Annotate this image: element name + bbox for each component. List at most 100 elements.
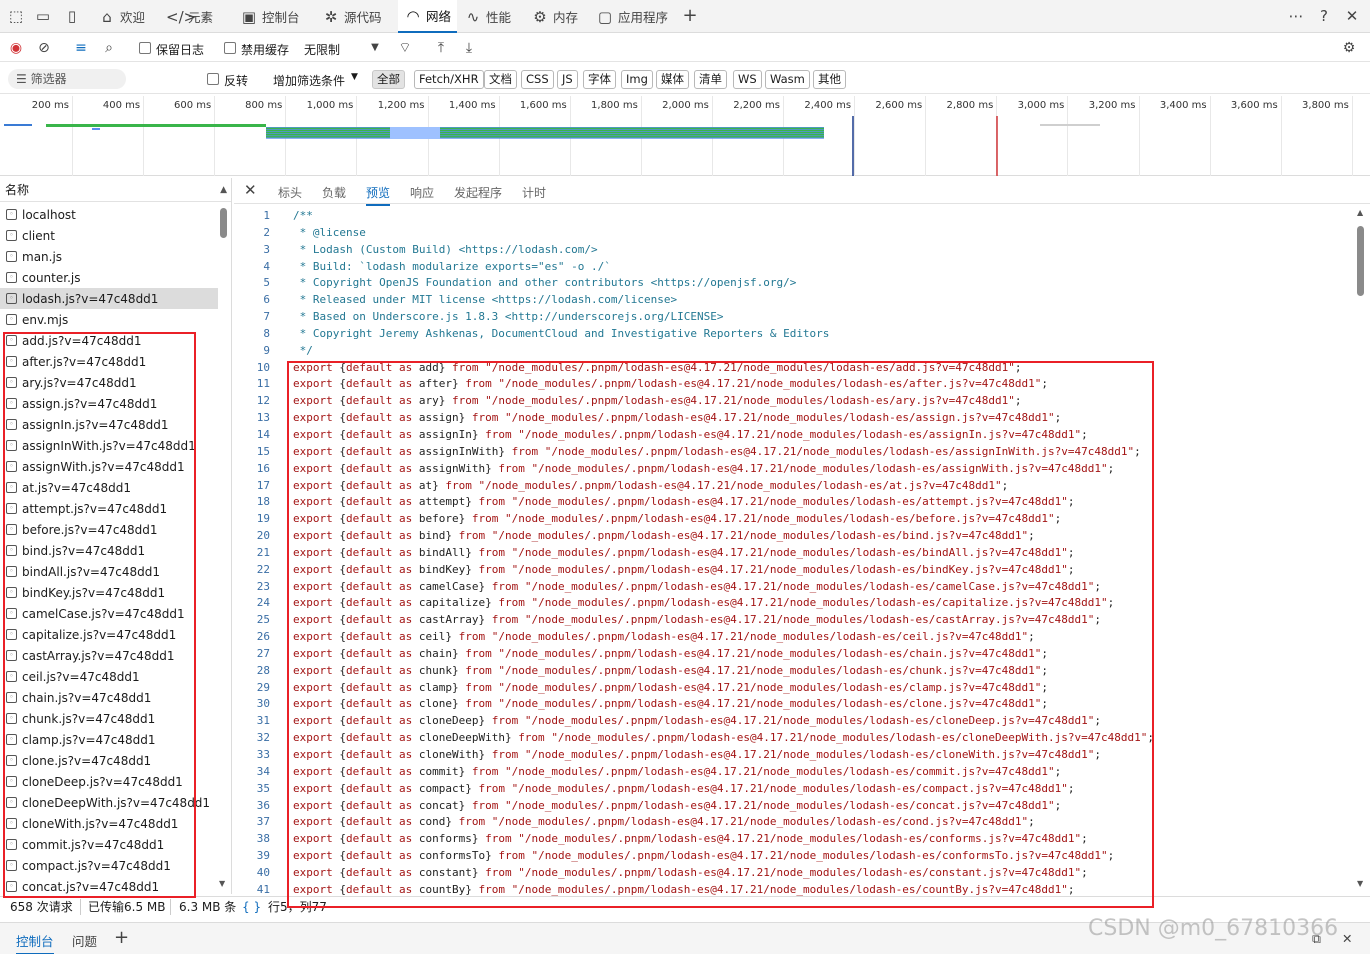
filter-type-pill[interactable]: Fetch/XHR: [414, 70, 484, 89]
more-filters-dropdown[interactable]: 增加筛选条件: [273, 72, 345, 89]
request-row[interactable]: ◦ attempt.js?v=47c48dd1: [0, 498, 218, 519]
sort-up-icon[interactable]: ▲: [220, 178, 227, 202]
device-emulation-icon[interactable]: ▭: [33, 6, 53, 26]
request-row[interactable]: ◦ at.js?v=47c48dd1: [0, 477, 218, 498]
drawer-tab-console[interactable]: 控制台: [16, 931, 54, 954]
scroll-down-icon[interactable]: ▼: [219, 879, 225, 888]
filter-type-pill[interactable]: Img: [621, 70, 653, 89]
filter-type-pill[interactable]: WS: [733, 70, 762, 89]
more-filters-chevron-icon[interactable]: ▼: [351, 72, 358, 82]
column-header-name[interactable]: 名称 ▲: [0, 178, 231, 202]
request-row[interactable]: ◦ clone.js?v=47c48dd1: [0, 750, 218, 771]
drawer-add-icon[interactable]: +: [114, 927, 129, 948]
detail-tab[interactable]: 发起程序: [454, 184, 502, 201]
tab-7[interactable]: ▢ 应用程序: [596, 0, 668, 33]
request-row[interactable]: ◦ capitalize.js?v=47c48dd1: [0, 624, 218, 645]
tab-5[interactable]: ∿ 性能: [464, 0, 511, 33]
request-list-scroll-thumb[interactable]: [220, 208, 227, 238]
request-row[interactable]: ◦ bind.js?v=47c48dd1: [0, 540, 218, 561]
request-row[interactable]: ◦ localhost: [0, 204, 218, 225]
request-row[interactable]: ◦ assignWith.js?v=47c48dd1: [0, 456, 218, 477]
tab-0[interactable]: ⌂ 欢迎: [98, 0, 145, 33]
request-row[interactable]: ◦ ceil.js?v=47c48dd1: [0, 666, 218, 687]
code-scroll-down-icon[interactable]: ▼: [1357, 879, 1363, 888]
filter-input[interactable]: ☰ 筛选器: [8, 69, 126, 89]
clear-icon[interactable]: ⊘: [35, 39, 53, 57]
add-tab-icon[interactable]: +: [680, 6, 700, 26]
code-scroll-up-icon[interactable]: ▲: [1357, 208, 1363, 217]
request-row[interactable]: ◦ chain.js?v=47c48dd1: [0, 687, 218, 708]
request-row[interactable]: ◦ concat.js?v=47c48dd1: [0, 876, 218, 897]
request-row[interactable]: ◦ castArray.js?v=47c48dd1: [0, 645, 218, 666]
request-row[interactable]: ◦ cloneDeep.js?v=47c48dd1: [0, 771, 218, 792]
filter-type-pill[interactable]: 字体: [583, 70, 616, 89]
tab-3[interactable]: ✲ 源代码: [322, 0, 382, 33]
request-row[interactable]: ◦ cloneWith.js?v=47c48dd1: [0, 813, 218, 834]
filter-type-pill[interactable]: 清单: [694, 70, 727, 89]
drawer-tab-issues[interactable]: 问题: [72, 931, 97, 950]
close-drawer-icon[interactable]: ✕: [1342, 931, 1352, 946]
request-row[interactable]: ◦ commit.js?v=47c48dd1: [0, 834, 218, 855]
close-detail-icon[interactable]: ✕: [244, 181, 257, 199]
preserve-log-checkbox[interactable]: [139, 42, 151, 54]
request-row[interactable]: ◦ env.mjs: [0, 309, 218, 330]
request-row[interactable]: ◦ add.js?v=47c48dd1: [0, 330, 218, 351]
close-devtools-icon[interactable]: ✕: [1342, 6, 1362, 26]
filter-type-pill[interactable]: 全部: [372, 70, 405, 89]
settings-gear-icon[interactable]: ⚙: [1340, 39, 1358, 57]
request-row[interactable]: ◦ man.js: [0, 246, 218, 267]
filter-type-pill[interactable]: JS: [557, 70, 578, 89]
disable-cache-checkbox[interactable]: [224, 42, 236, 54]
request-row[interactable]: ◦ ary.js?v=47c48dd1: [0, 372, 218, 393]
request-row[interactable]: ◦ lodash.js?v=47c48dd1: [0, 288, 218, 309]
detail-tab[interactable]: 预览: [366, 184, 391, 206]
request-row[interactable]: ◦ camelCase.js?v=47c48dd1: [0, 603, 218, 624]
network-conditions-icon[interactable]: ⌔: [396, 39, 414, 57]
request-row[interactable]: ◦ assignInWith.js?v=47c48dd1: [0, 435, 218, 456]
request-row[interactable]: ◦ assignIn.js?v=47c48dd1: [0, 414, 218, 435]
chevron-down-icon[interactable]: ▼: [366, 39, 384, 57]
detail-tab[interactable]: 计时: [522, 184, 546, 201]
filter-toggle-icon[interactable]: ≡: [72, 39, 90, 57]
tab-4[interactable]: ◠ 网络: [398, 0, 458, 33]
request-row[interactable]: ◦ bindAll.js?v=47c48dd1: [0, 561, 218, 582]
toggle-sidebar-icon[interactable]: ▯: [62, 6, 82, 26]
request-row[interactable]: ◦ assign.js?v=47c48dd1: [0, 393, 218, 414]
request-row[interactable]: ◦ counter.js: [0, 267, 218, 288]
request-row[interactable]: ◦ bindKey.js?v=47c48dd1: [0, 582, 218, 603]
export-har-icon[interactable]: ⤓: [460, 39, 478, 57]
throttling-select[interactable]: 无限制: [304, 41, 340, 58]
detail-tab[interactable]: 标头: [278, 184, 302, 201]
tab-2[interactable]: ▣ 控制台: [240, 0, 300, 33]
pretty-print-icon[interactable]: { }: [242, 897, 261, 917]
timeline-overview[interactable]: 200 ms 400 ms 600 ms 800 ms 1,000 ms 1,200 ms…: [0, 96, 1370, 176]
code-scrollbar[interactable]: ▲ ▼: [1356, 208, 1366, 888]
help-icon[interactable]: ?: [1314, 6, 1334, 26]
request-row[interactable]: ◦ client: [0, 225, 218, 246]
code-preview[interactable]: 1/** 2 * @license 3 * Lodash (Custom Build…: [234, 208, 1358, 899]
invert-checkbox[interactable]: [207, 73, 219, 85]
filter-type-pill[interactable]: 媒体: [656, 70, 689, 89]
filter-type-pill[interactable]: Wasm: [765, 70, 810, 89]
more-options-icon[interactable]: ⋯: [1286, 6, 1306, 26]
script-file-icon: ◦: [6, 272, 17, 283]
filter-type-pill[interactable]: CSS: [521, 70, 554, 89]
filter-type-pill[interactable]: 文档: [484, 70, 517, 89]
request-row[interactable]: ◦ after.js?v=47c48dd1: [0, 351, 218, 372]
request-row[interactable]: ◦ compact.js?v=47c48dd1: [0, 855, 218, 876]
search-icon[interactable]: ⌕: [100, 39, 118, 57]
code-scroll-thumb[interactable]: [1357, 226, 1364, 296]
request-row[interactable]: ◦ before.js?v=47c48dd1: [0, 519, 218, 540]
request-row[interactable]: ◦ clamp.js?v=47c48dd1: [0, 729, 218, 750]
request-row[interactable]: ◦ chunk.js?v=47c48dd1: [0, 708, 218, 729]
detail-tab[interactable]: 负载: [322, 184, 346, 201]
import-har-icon[interactable]: ⤒: [432, 39, 450, 57]
request-list-scrollbar[interactable]: ▼: [219, 202, 229, 892]
filter-type-pill[interactable]: 其他: [813, 70, 846, 89]
record-icon[interactable]: ◉: [7, 39, 25, 57]
detail-tab[interactable]: 响应: [410, 184, 434, 201]
tab-1[interactable]: </> 元素: [166, 0, 213, 33]
tab-6[interactable]: ⚙ 内存: [531, 0, 578, 33]
request-row[interactable]: ◦ cloneDeepWith.js?v=47c48dd1: [0, 792, 218, 813]
inspect-element-icon[interactable]: ⬚: [6, 6, 26, 26]
